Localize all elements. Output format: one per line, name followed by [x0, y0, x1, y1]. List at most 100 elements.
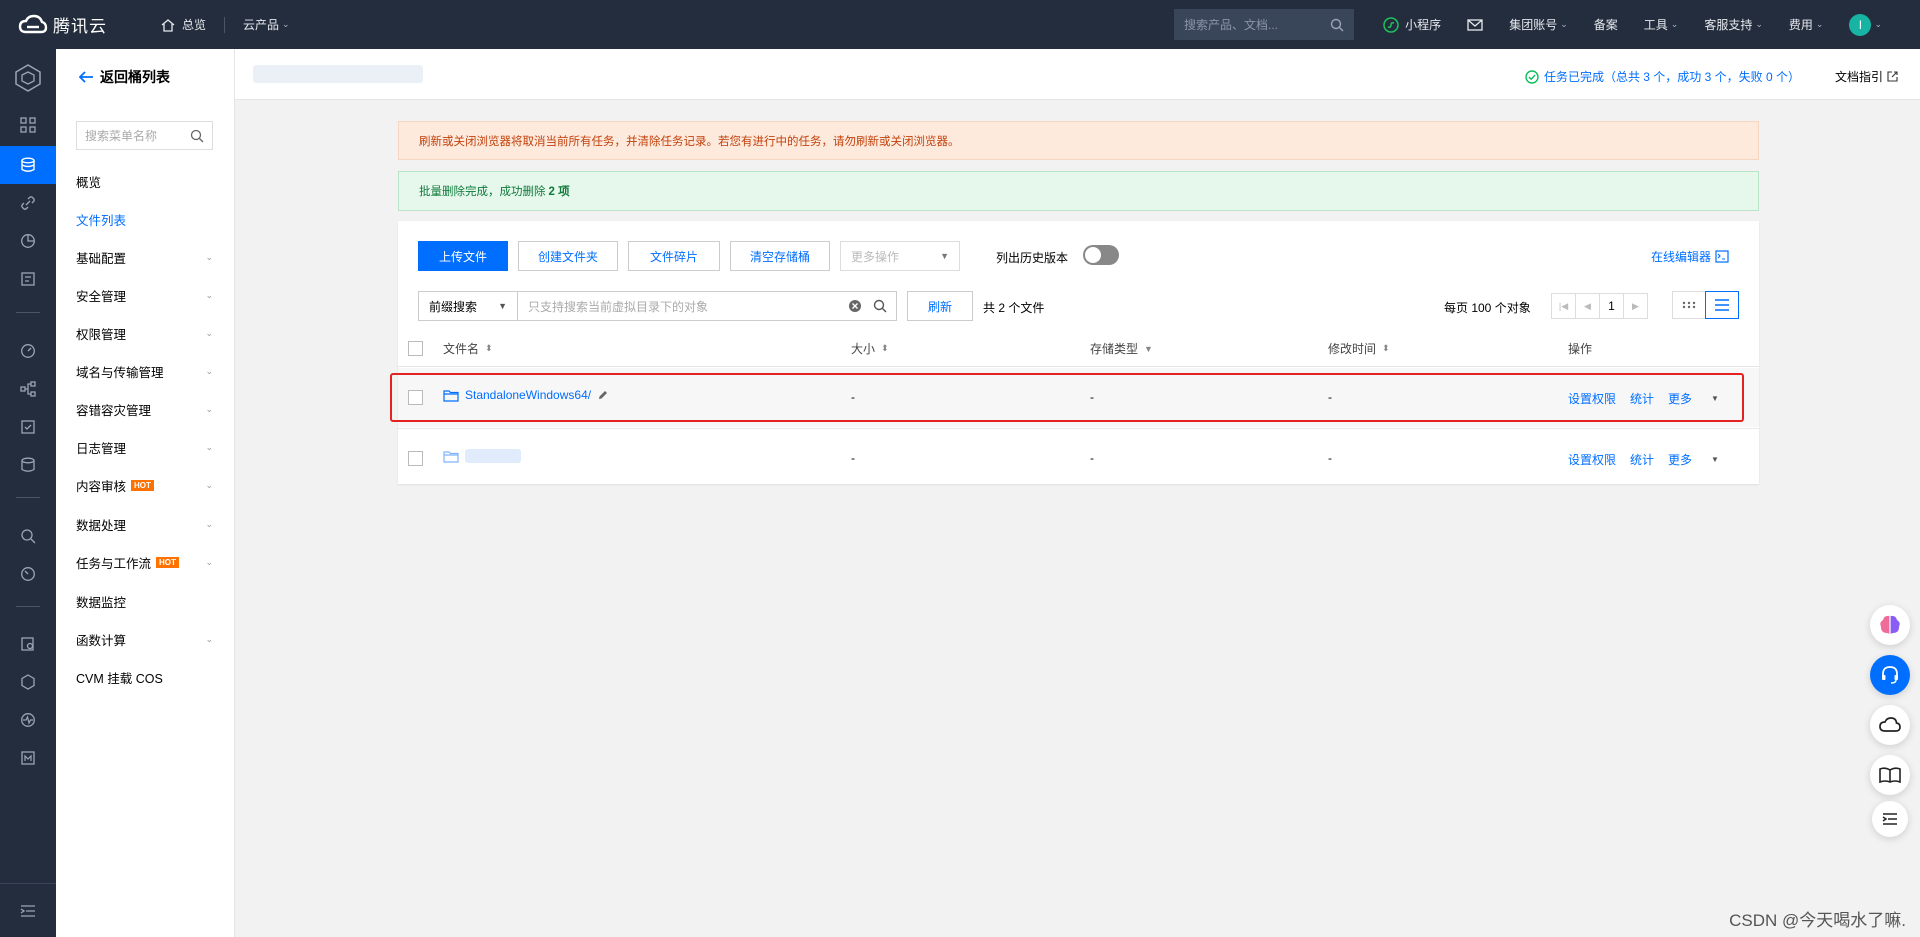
sidebar-item-workflow[interactable]: 任务与工作流 HOT ⌄ [76, 553, 213, 572]
rail-link-button[interactable] [0, 191, 56, 215]
database-icon [21, 157, 35, 172]
messages-button[interactable] [1467, 18, 1483, 31]
global-search-input[interactable]: 搜索产品、文档... [1174, 9, 1354, 40]
sidebar-item-cvm-mount[interactable]: CVM 挂载 COS [76, 668, 213, 687]
package-icon [21, 674, 35, 690]
customer-service-button[interactable] [1870, 655, 1910, 695]
chevron-down-icon: ⌄ [205, 328, 213, 338]
rail-topology-button[interactable] [0, 377, 56, 401]
sidebar-item-label: 数据处理 [76, 519, 127, 533]
sidebar-item-content-audit[interactable]: 内容审核 HOT ⌄ [76, 476, 213, 495]
per-page-select[interactable]: 每页 100 个对象 [1444, 299, 1531, 316]
next-page-button[interactable]: ▶ [1623, 293, 1648, 319]
table-row[interactable]: - - - 设置权限 统计 更多 ▼ [398, 428, 1759, 487]
search-icon[interactable] [873, 299, 887, 313]
prev-page-button[interactable]: ◀ [1575, 293, 1600, 319]
chevron-down-icon: ⌄ [205, 252, 213, 262]
user-menu[interactable]: I ⌄ [1849, 13, 1882, 36]
sidebar-item-overview[interactable]: 概览 [76, 172, 213, 191]
topbar-divider [224, 16, 226, 33]
rail-check-button[interactable] [0, 415, 56, 439]
rail-storage-button[interactable] [0, 453, 56, 477]
docs-button[interactable] [1870, 755, 1910, 795]
collapse-float-button[interactable] [1872, 801, 1908, 837]
stats-link[interactable]: 统计 [1630, 451, 1654, 468]
sidebar-item-label: CVM 挂载 COS [76, 672, 163, 686]
list-view-button[interactable] [1705, 291, 1739, 319]
sidebar-item-basic-config[interactable]: 基础配置 ⌄ [76, 248, 213, 267]
rail-data-button[interactable] [0, 632, 56, 656]
rail-dashboard-button[interactable] [0, 113, 56, 137]
sidebar-item-logs[interactable]: 日志管理 ⌄ [76, 438, 213, 457]
rail-monitor-button[interactable] [0, 339, 56, 363]
overview-link[interactable]: 总览 [160, 16, 206, 33]
sidebar-item-security[interactable]: 安全管理 ⌄ [76, 286, 213, 305]
create-folder-button[interactable]: 创建文件夹 [518, 241, 618, 271]
rail-batch-button[interactable] [0, 267, 56, 291]
group-account-menu[interactable]: 集团账号 ⌄ [1509, 16, 1568, 33]
task-status-link[interactable]: 任务已完成（总共 3 个，成功 3 个，失败 0 个） [1525, 68, 1800, 85]
rail-bucket-button[interactable] [0, 153, 56, 177]
rail-activity-button[interactable] [0, 708, 56, 732]
sidebar-item-label: 基础配置 [76, 252, 127, 266]
select-all-checkbox[interactable] [408, 341, 423, 356]
refresh-button[interactable]: 刷新 [907, 291, 973, 321]
sidebar-item-label: 任务与工作流 [76, 557, 152, 571]
online-editor-link[interactable]: 在线编辑器 [1651, 248, 1729, 265]
column-modified[interactable]: 修改时间 ⬍ [1328, 340, 1390, 357]
collapse-sidebar-button[interactable] [0, 883, 56, 937]
more-actions-dropdown[interactable]: 更多 ▼ [1668, 451, 1733, 468]
list-icon [1715, 299, 1729, 311]
sidebar-item-disaster-recovery[interactable]: 容错容灾管理 ⌄ [76, 400, 213, 419]
fragments-button[interactable]: 文件碎片 [628, 241, 720, 271]
set-permissions-link[interactable]: 设置权限 [1568, 451, 1616, 468]
sidebar-item-data-processing[interactable]: 数据处理 ⌄ [76, 515, 213, 534]
clear-bucket-button[interactable]: 清空存储桶 [730, 241, 830, 271]
products-menu[interactable]: 云产品 ⌄ [243, 16, 290, 33]
tencent-cloud-logo[interactable]: 腾讯云 [18, 12, 118, 37]
success-count: 2 项 [548, 186, 570, 198]
menu-search-input[interactable]: 搜索菜单名称 [76, 121, 213, 150]
doc-guide-link[interactable]: 文档指引 [1835, 68, 1898, 85]
column-actions-label: 操作 [1568, 342, 1593, 356]
tools-menu[interactable]: 工具 ⌄ [1644, 16, 1679, 33]
miniprogram-link[interactable]: 小程序 [1383, 16, 1441, 33]
rail-stats-button[interactable] [0, 229, 56, 253]
column-size[interactable]: 大小 ⬍ [851, 340, 889, 357]
object-search-input[interactable]: 只支持搜索当前虚拟目录下的对象 [517, 291, 897, 321]
cloud-feedback-button[interactable] [1870, 705, 1910, 745]
back-to-bucket-list-link[interactable]: 返回桶列表 [78, 67, 170, 87]
page-number[interactable]: 1 [1599, 293, 1624, 319]
sidebar-item-permissions[interactable]: 权限管理 ⌄ [76, 324, 213, 343]
sidebar-item-data-monitor[interactable]: 数据监控 [76, 592, 213, 611]
row-checkbox[interactable] [408, 451, 423, 466]
tree-icon [20, 381, 36, 397]
column-name[interactable]: 文件名 ⬍ [443, 340, 493, 357]
icp-link[interactable]: 备案 [1594, 16, 1618, 33]
cos-product-button[interactable] [0, 63, 56, 93]
sidebar-item-file-list[interactable]: 文件列表 [76, 210, 213, 229]
rail-media-button[interactable] [0, 746, 56, 770]
grid-view-button[interactable] [1672, 291, 1706, 319]
billing-menu[interactable]: 费用 ⌄ [1789, 16, 1824, 33]
search-icon[interactable] [1330, 18, 1344, 32]
first-page-button[interactable]: |◀ [1551, 293, 1576, 319]
history-version-toggle[interactable] [1083, 245, 1119, 265]
sidebar-item-domain-transfer[interactable]: 域名与传输管理 ⌄ [76, 362, 213, 381]
rail-audit-button[interactable] [0, 524, 56, 548]
book-icon [1879, 767, 1901, 784]
clear-icon[interactable] [848, 299, 862, 313]
rail-package-button[interactable] [0, 670, 56, 694]
ai-assistant-button[interactable] [1870, 605, 1910, 645]
column-storage-class[interactable]: 存储类型 ▼ [1090, 340, 1153, 357]
filter-icon[interactable]: ▼ [1144, 344, 1153, 354]
more-operations-select[interactable]: 更多操作 ▼ [840, 241, 960, 271]
sidebar-item-functions[interactable]: 函数计算 ⌄ [76, 630, 213, 649]
avatar: I [1849, 13, 1872, 36]
upload-button[interactable]: 上传文件 [418, 241, 508, 271]
search-mode-select[interactable]: 前缀搜索 ▼ [418, 291, 518, 321]
file-name-cell [443, 449, 521, 463]
support-menu[interactable]: 客服支持 ⌄ [1704, 16, 1763, 33]
collapse-menu-icon [20, 904, 35, 917]
rail-speed-button[interactable] [0, 562, 56, 586]
